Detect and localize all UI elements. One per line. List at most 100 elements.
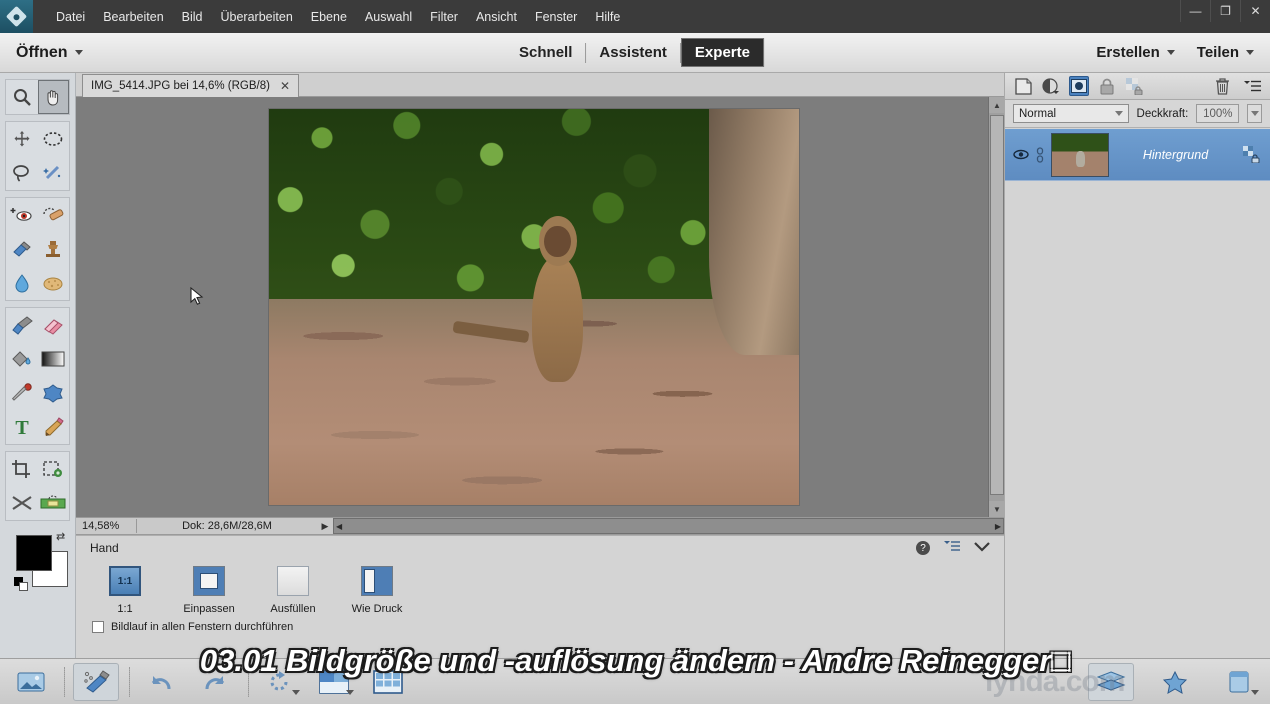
eraser-tool[interactable]	[38, 308, 70, 342]
scroll-left-icon[interactable]: ◀	[336, 522, 342, 531]
layers-button[interactable]	[1088, 662, 1134, 701]
redo-button[interactable]	[192, 663, 238, 701]
content-aware-move-tool[interactable]	[6, 486, 38, 520]
divider	[248, 666, 249, 697]
panel-menu-icon[interactable]	[944, 539, 960, 557]
checkbox-box[interactable]	[92, 621, 104, 633]
blend-mode-select[interactable]: Normal	[1013, 104, 1129, 123]
menu-item-bild[interactable]: Bild	[173, 6, 212, 28]
blend-mode-value: Normal	[1019, 107, 1057, 120]
delete-layer-trash-icon[interactable]	[1212, 76, 1232, 96]
straighten-tool[interactable]	[38, 486, 70, 520]
scroll-right-icon[interactable]: ▶	[995, 522, 1001, 531]
custom-shape-tool[interactable]	[38, 376, 70, 410]
open-button[interactable]: Öffnen	[16, 44, 83, 62]
layer-mask-icon[interactable]	[1069, 76, 1089, 96]
zoom-level-field[interactable]: 14,58%	[76, 520, 136, 532]
one-to-one-button[interactable]: 1:1 1:1	[92, 566, 158, 615]
menu-item-ueberarbeiten[interactable]: Überarbeiten	[212, 6, 302, 28]
eye-icon[interactable]	[1013, 149, 1029, 160]
scroll-all-windows-checkbox[interactable]: Bildlauf in allen Fenstern durchführen	[92, 621, 1004, 633]
blur-tool[interactable]	[6, 266, 38, 300]
menu-item-datei[interactable]: Datei	[47, 6, 94, 28]
chevron-down-icon	[1246, 50, 1254, 55]
zoom-tool[interactable]	[6, 80, 38, 114]
hand-tool[interactable]	[37, 80, 69, 114]
marquee-tool[interactable]	[38, 122, 70, 156]
healing-brush-tool[interactable]	[38, 198, 70, 232]
opacity-dropdown-icon[interactable]	[1247, 104, 1262, 123]
pencil-tool[interactable]	[38, 410, 70, 444]
more-button[interactable]	[1216, 663, 1262, 701]
canvas-horizontal-scrollbar[interactable]: ◀ ▶	[333, 518, 1004, 534]
create-button[interactable]: Erstellen	[1096, 44, 1175, 61]
tab-assistent[interactable]: Assistent	[586, 40, 680, 65]
restore-icon[interactable]: ❐	[1210, 0, 1240, 22]
lasso-tool[interactable]	[6, 156, 38, 190]
canvas-area[interactable]: ▲ ▼	[76, 97, 1004, 517]
crop-tool[interactable]	[6, 452, 38, 486]
canvas-vertical-scrollbar[interactable]: ▲ ▼	[988, 97, 1004, 517]
print-size-button[interactable]: Wie Druck	[344, 566, 410, 615]
link-icon[interactable]	[1035, 146, 1045, 163]
menu-item-bearbeiten[interactable]: Bearbeiten	[94, 6, 172, 28]
scroll-down-icon[interactable]: ▼	[989, 501, 1004, 517]
chevron-down-icon[interactable]	[292, 689, 300, 695]
lock-transparency-icon[interactable]	[1125, 76, 1145, 96]
minimize-icon[interactable]: —	[1180, 0, 1210, 22]
swap-arrows-icon[interactable]: ⇄	[56, 530, 65, 543]
gradient-tool[interactable]	[38, 342, 70, 376]
type-tool[interactable]: T	[6, 410, 38, 444]
clone-stamp-tool[interactable]	[38, 232, 70, 266]
menu-item-ansicht[interactable]: Ansicht	[467, 6, 526, 28]
undo-button[interactable]	[138, 663, 184, 701]
move-tool[interactable]	[6, 122, 38, 156]
lock-icon[interactable]	[1097, 76, 1117, 96]
adjustment-layer-icon[interactable]	[1041, 76, 1061, 96]
opacity-input[interactable]: 100%	[1196, 104, 1240, 123]
effects-button[interactable]	[1152, 663, 1198, 701]
menu-item-fenster[interactable]: Fenster	[526, 6, 586, 28]
table-row[interactable]: Hintergrund	[1005, 129, 1270, 181]
brush-tool[interactable]	[6, 308, 38, 342]
tool-options-button[interactable]	[73, 662, 119, 701]
document-tab[interactable]: IMG_5414.JPG bei 14,6% (RGB/8) ✕	[82, 74, 300, 97]
panel-menu-icon[interactable]	[1242, 76, 1262, 96]
scroll-up-icon[interactable]: ▲	[989, 97, 1004, 113]
smart-brush-tool[interactable]	[6, 232, 38, 266]
new-layer-icon[interactable]	[1013, 76, 1033, 96]
mode-bar-right: Erstellen Teilen	[1096, 44, 1254, 61]
magic-wand-tool[interactable]	[38, 156, 70, 190]
scroll-thumb[interactable]	[990, 115, 1004, 495]
default-colors-icon[interactable]	[14, 577, 28, 591]
layer-thumbnail[interactable]	[1051, 132, 1109, 177]
eyedropper-tool[interactable]	[6, 376, 38, 410]
tab-schnell[interactable]: Schnell	[506, 40, 585, 65]
play-triangle-icon[interactable]: ▶	[317, 521, 333, 532]
red-eye-tool[interactable]	[6, 198, 38, 232]
chevron-down-icon[interactable]	[346, 689, 354, 695]
menu-item-auswahl[interactable]: Auswahl	[356, 6, 421, 28]
recompose-tool[interactable]	[38, 452, 70, 486]
rotate-button[interactable]	[257, 663, 303, 701]
menu-items: Datei Bearbeiten Bild Überarbeiten Ebene…	[47, 6, 629, 28]
menu-item-ebene[interactable]: Ebene	[302, 6, 356, 28]
sponge-tool[interactable]	[38, 266, 70, 300]
tab-experte[interactable]: Experte	[680, 38, 764, 67]
fill-screen-button[interactable]: Ausfüllen	[260, 566, 326, 615]
menu-item-filter[interactable]: Filter	[421, 6, 467, 28]
close-icon[interactable]: ✕	[280, 79, 290, 93]
paint-bucket-tool[interactable]	[6, 342, 38, 376]
menu-item-hilfe[interactable]: Hilfe	[586, 6, 629, 28]
foreground-color-swatch[interactable]	[16, 535, 52, 571]
image-canvas[interactable]	[268, 108, 800, 506]
photo-bin-button[interactable]	[8, 663, 54, 701]
chevron-down-icon[interactable]	[1251, 689, 1259, 695]
chevron-down-icon[interactable]	[974, 539, 990, 557]
fit-screen-button[interactable]: Einpassen	[176, 566, 242, 615]
organizer-button[interactable]	[365, 663, 411, 701]
layout-button[interactable]	[311, 663, 357, 701]
help-question-icon[interactable]: ?	[916, 541, 930, 555]
share-button[interactable]: Teilen	[1197, 44, 1254, 61]
close-icon[interactable]: ✕	[1240, 0, 1270, 22]
